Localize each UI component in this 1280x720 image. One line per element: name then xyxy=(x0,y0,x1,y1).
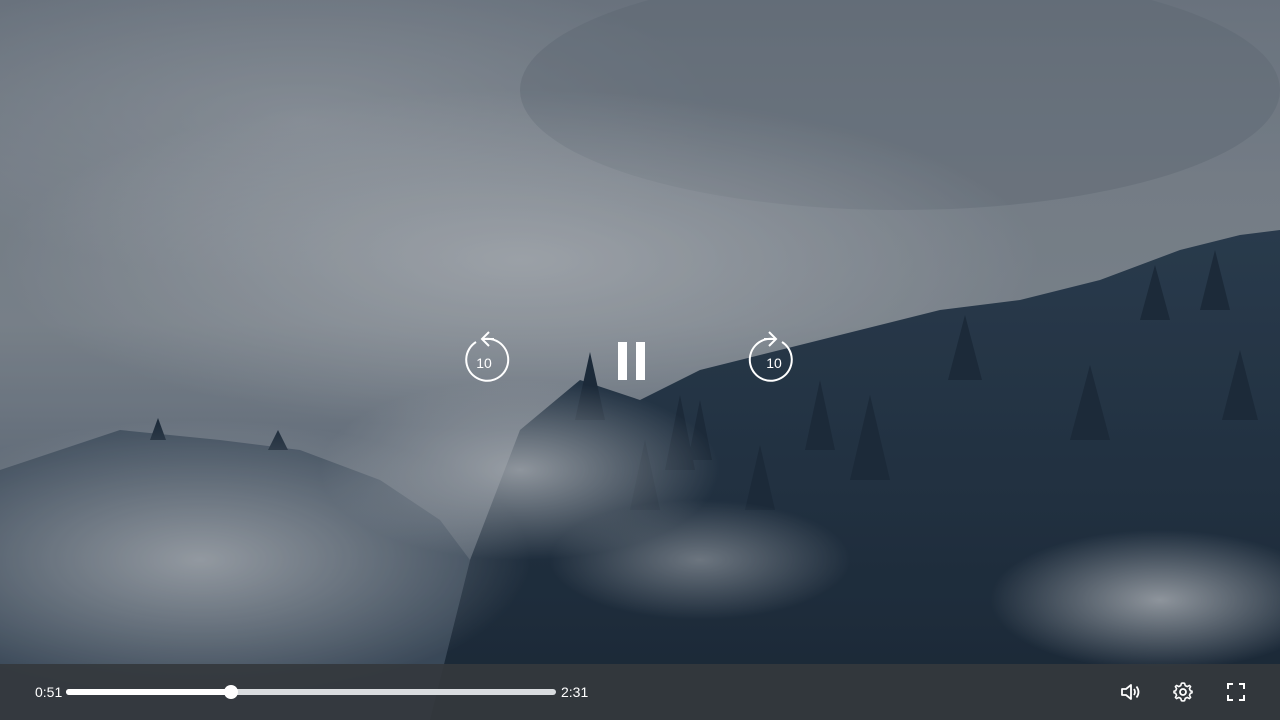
pause-icon xyxy=(618,342,645,380)
pause-button[interactable] xyxy=(611,338,651,384)
progress-fill xyxy=(66,689,232,695)
progress-track[interactable] xyxy=(66,685,556,699)
fullscreen-icon xyxy=(1227,683,1245,701)
volume-icon xyxy=(1121,684,1140,700)
skip-forward-button[interactable]: 10 xyxy=(748,328,800,386)
settings-button[interactable] xyxy=(1171,680,1195,704)
fullscreen-button[interactable] xyxy=(1224,680,1248,704)
progress-thumb[interactable] xyxy=(224,685,239,699)
control-bar: 0:51 2:31 xyxy=(0,664,1280,720)
skip-back-seconds: 10 xyxy=(476,355,492,371)
skip-forward-seconds: 10 xyxy=(766,355,782,371)
volume-button[interactable] xyxy=(1118,680,1142,704)
current-time: 0:51 xyxy=(35,684,63,700)
gear-icon xyxy=(1173,682,1193,702)
skip-back-button[interactable]: 10 xyxy=(458,328,510,386)
duration: 2:31 xyxy=(561,684,589,700)
